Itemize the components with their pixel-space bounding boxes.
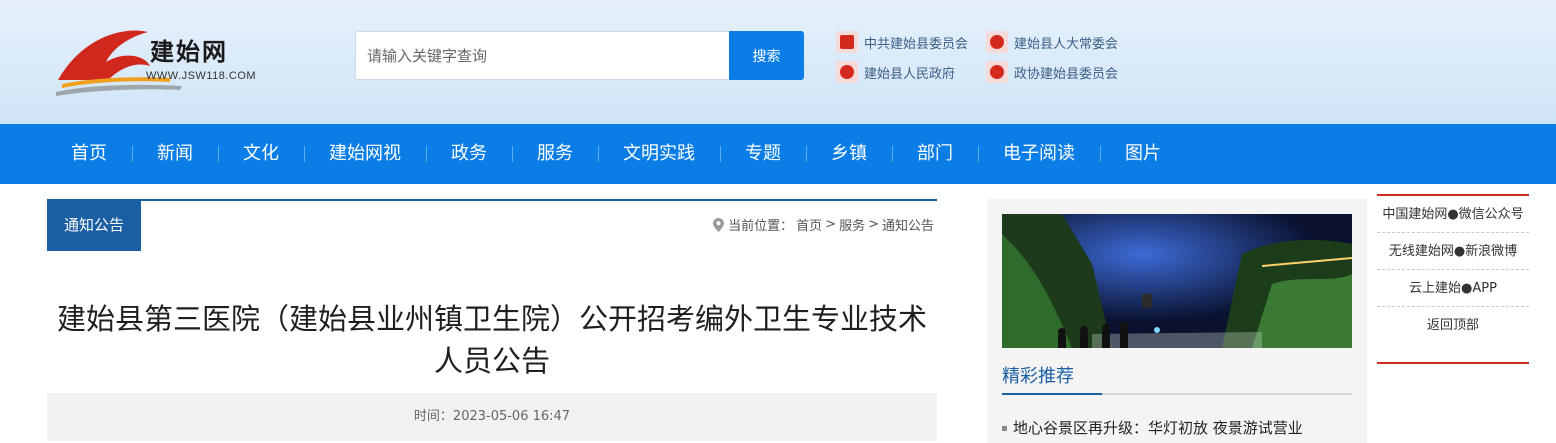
- breadcrumb-notices[interactable]: 通知公告: [882, 215, 934, 234]
- nav-item-government[interactable]: 政务: [451, 124, 487, 184]
- gov-link-label: 政协建始县委员会: [1014, 66, 1119, 82]
- site-header: 建始网 WWW.JSW118.COM 搜索 中共建始县委员会 建始县人大常委会 …: [0, 0, 1556, 124]
- nav-separator: [892, 146, 893, 162]
- nav-item-e-reading[interactable]: 电子阅读: [1003, 124, 1075, 184]
- section-tab[interactable]: 通知公告: [47, 199, 141, 251]
- gov-link-party-committee[interactable]: 中共建始县委员会: [836, 30, 968, 54]
- search-input[interactable]: [356, 32, 729, 79]
- floating-panel: 中国建始网●微信公众号 无线建始网●新浪微博 云上建始●APP 返回顶部: [1377, 194, 1529, 364]
- national-emblem-icon: [986, 31, 1008, 53]
- nav-separator: [218, 146, 219, 162]
- gov-link-label: 中共建始县委员会: [864, 36, 969, 52]
- breadcrumb-services[interactable]: 服务: [839, 215, 865, 234]
- gov-links: 中共建始县委员会 建始县人大常委会 建始县人民政府 政协建始县委员会: [836, 30, 1156, 90]
- nav-separator: [598, 146, 599, 162]
- article-meta: 时间：2023-05-06 16:47: [47, 393, 937, 441]
- logo-url: WWW.JSW118.COM: [146, 70, 257, 82]
- list-item-label: 地心谷景区再升级：华灯初放 夜景游试营业: [1013, 419, 1303, 437]
- tab-recommend[interactable]: 精彩推荐: [1002, 362, 1074, 388]
- app-link[interactable]: 云上建始●APP: [1377, 270, 1529, 307]
- nav-item-pictures[interactable]: 图片: [1125, 124, 1161, 184]
- night-scenic-photo: [1002, 214, 1352, 348]
- nav-separator: [512, 146, 513, 162]
- search-button[interactable]: 搜索: [729, 31, 804, 80]
- gov-link-label: 建始县人大常委会: [1014, 36, 1119, 52]
- weibo-link[interactable]: 无线建始网●新浪微博: [1377, 233, 1529, 270]
- gov-link-cppcc[interactable]: 政协建始县委员会: [986, 60, 1118, 84]
- gov-link-label: 建始县人民政府: [864, 66, 956, 82]
- nav-item-news[interactable]: 新闻: [157, 124, 193, 184]
- nav-item-home[interactable]: 首页: [71, 124, 107, 184]
- breadcrumb-separator: >: [825, 217, 837, 232]
- nav-separator: [304, 146, 305, 162]
- search-box: [355, 31, 730, 80]
- gov-link-npc[interactable]: 建始县人大常委会: [986, 30, 1118, 54]
- cppcc-emblem-icon: [986, 61, 1008, 83]
- gov-link-government[interactable]: 建始县人民政府: [836, 60, 955, 84]
- nav-separator: [426, 146, 427, 162]
- wechat-link[interactable]: 中国建始网●微信公众号: [1377, 196, 1529, 233]
- nav-item-departments[interactable]: 部门: [917, 124, 953, 184]
- bullet-icon: [1002, 426, 1007, 431]
- publish-time: 时间：2023-05-06 16:47: [413, 409, 571, 424]
- national-emblem-icon: [836, 61, 858, 83]
- list-item[interactable]: 地心谷景区再升级：华灯初放 夜景游试营业: [1002, 417, 1352, 438]
- nav-item-video[interactable]: 建始网视: [329, 124, 401, 184]
- nav-separator: [978, 146, 979, 162]
- nav-item-services[interactable]: 服务: [537, 124, 573, 184]
- nav-separator: [1100, 146, 1101, 162]
- party-emblem-icon: [836, 31, 858, 53]
- nav-separator: [806, 146, 807, 162]
- article-title: 建始县第三医院（建始县业州镇卫生院）公开招考编外卫生专业技术人员公告: [56, 302, 927, 378]
- main-nav: 首页 新闻 文化 建始网视 政务 服务 文明实践 专题 乡镇 部门 电子阅读 图…: [0, 124, 1556, 184]
- nav-item-civilization[interactable]: 文明实践: [623, 124, 695, 184]
- nav-item-topics[interactable]: 专题: [745, 124, 781, 184]
- breadcrumb: 通知公告 当前位置： 首页 > 服务 > 通知公告: [47, 199, 937, 251]
- location-label: 当前位置：: [728, 219, 794, 234]
- nav-separator: [132, 146, 133, 162]
- back-to-top-button[interactable]: 返回顶部: [1377, 307, 1529, 344]
- logo-name: 建始网: [150, 37, 228, 66]
- tab-active-indicator: [1002, 393, 1102, 395]
- nav-item-culture[interactable]: 文化: [243, 124, 279, 184]
- location-pin-icon: [713, 217, 725, 232]
- featured-photo[interactable]: [1002, 214, 1352, 348]
- nav-item-towns[interactable]: 乡镇: [831, 124, 867, 184]
- breadcrumb-home[interactable]: 首页: [796, 215, 822, 234]
- breadcrumb-trail: 当前位置： 首页 > 服务 > 通知公告: [713, 215, 937, 234]
- breadcrumb-separator: >: [868, 217, 879, 232]
- nav-separator: [720, 146, 721, 162]
- sidebar: 精彩推荐 地心谷景区再升级：华灯初放 夜景游试营业: [987, 199, 1367, 443]
